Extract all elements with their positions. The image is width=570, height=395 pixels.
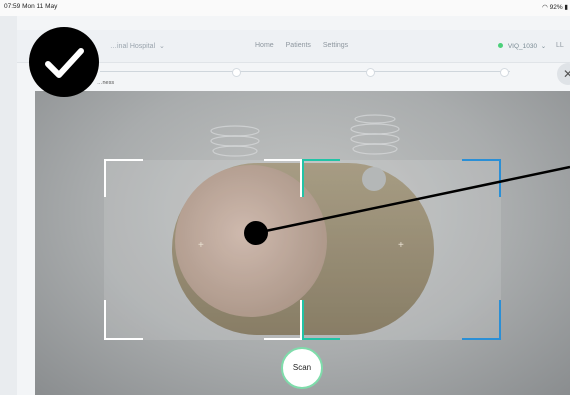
annotation-pointer [255, 165, 570, 235]
annotation-line [255, 165, 570, 235]
annotation-dot [244, 221, 268, 245]
